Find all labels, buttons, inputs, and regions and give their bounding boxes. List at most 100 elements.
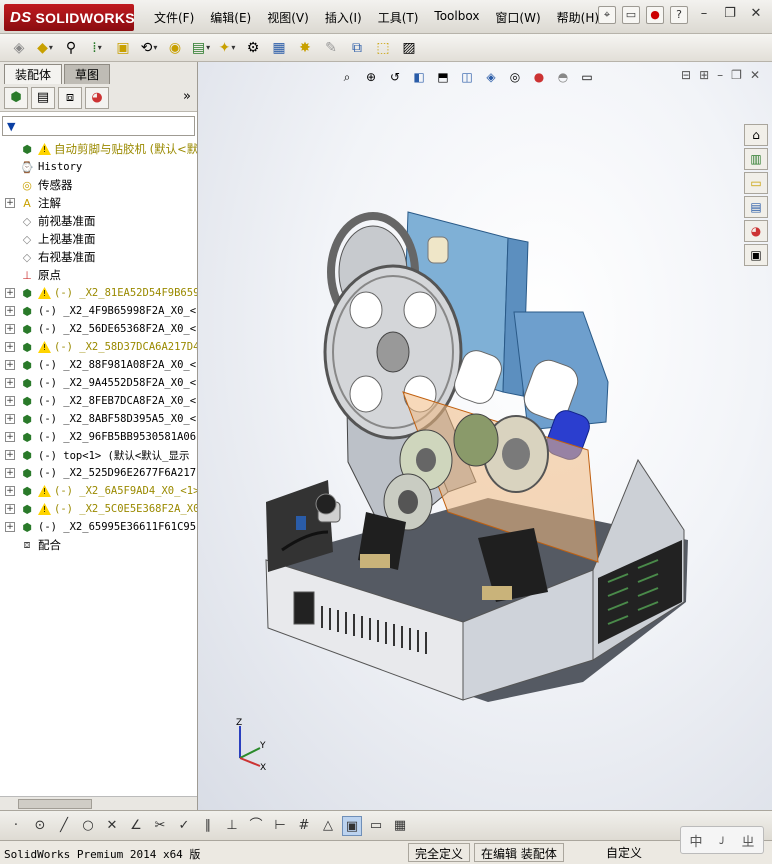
perpendicular-icon[interactable]: ⊥ xyxy=(222,816,242,836)
tree-row[interactable]: + ⬢ (-) _X2_96FB5BB9530581A06 xyxy=(0,428,197,446)
new-document-icon[interactable]: ▭ xyxy=(622,6,640,24)
view-palette-icon[interactable]: ▤ xyxy=(744,196,768,218)
tab-sketch[interactable]: 草图 xyxy=(64,64,111,84)
minimize-icon[interactable]: – xyxy=(694,6,714,24)
expand-icon[interactable]: + xyxy=(5,378,15,388)
assembly-features-icon[interactable]: ▤ xyxy=(190,38,212,58)
menu-insert[interactable]: 插入(I) xyxy=(317,9,370,26)
point-icon[interactable]: · xyxy=(6,816,26,836)
tree-row[interactable]: + ⬢! (-) _X2_6A5F9AD4_X0_<1> xyxy=(0,482,197,500)
pin-icon[interactable]: ⌖ xyxy=(598,6,616,24)
tree-row[interactable]: + ⬢ (-) _X2_8ABF58D395A5_X0_<1 xyxy=(0,410,197,428)
smart-fasteners-icon[interactable]: ▣ xyxy=(112,38,134,58)
ime-moon-icon[interactable]: ᴊ xyxy=(719,833,724,848)
solidworks-resources-icon[interactable]: ⌂ xyxy=(744,124,768,146)
ime-chinese[interactable]: 中 xyxy=(689,831,702,850)
expand-icon[interactable]: + xyxy=(5,504,15,514)
expand-icon[interactable]: + xyxy=(5,522,15,532)
tree-row[interactable]: + ⬢ (-) _X2_88F981A08F2A_X0_<1 xyxy=(0,356,197,374)
tree-row[interactable]: ◇ 前视基准面 xyxy=(0,212,197,230)
traffic-light-icon[interactable]: ● xyxy=(646,6,664,24)
configuration-manager-icon[interactable]: ⧈ xyxy=(58,86,82,109)
linear-pattern-icon[interactable]: ⁞ xyxy=(86,38,108,58)
expand-icon[interactable]: + xyxy=(5,360,15,370)
expand-icon[interactable]: + xyxy=(5,342,15,352)
dimension-icon[interactable]: ⊢ xyxy=(270,816,290,836)
tree-row[interactable]: + ⬢ (-) _X2_8FEB7DCA8F2A_X0_<1 xyxy=(0,392,197,410)
tab-assembly[interactable]: 装配体 xyxy=(4,64,63,84)
tree-filter[interactable]: ▼ xyxy=(2,116,195,136)
tree-row[interactable]: + ⬢ (-) _X2_4F9B65998F2A_X0_<1 xyxy=(0,302,197,320)
check-icon[interactable]: ✓ xyxy=(174,816,194,836)
menu-file[interactable]: 文件(F) xyxy=(146,9,202,26)
property-manager-icon[interactable]: ▤ xyxy=(31,86,55,109)
assembly-3d-model[interactable] xyxy=(198,62,772,810)
expand-icon[interactable]: + xyxy=(5,306,15,316)
menu-toolbox[interactable]: Toolbox xyxy=(426,9,487,26)
custom-properties-icon[interactable]: ▣ xyxy=(744,244,768,266)
grid-icon[interactable]: # xyxy=(294,816,314,836)
scrollbar-thumb[interactable] xyxy=(18,799,92,809)
menu-edit[interactable]: 编辑(E) xyxy=(202,9,259,26)
exploded-view-icon[interactable]: ✸ xyxy=(294,38,316,58)
help-icon[interactable]: ? xyxy=(670,6,688,24)
tree-row[interactable]: + ⬢! (-) _X2_5C0E5E368F2A_X0 xyxy=(0,500,197,518)
tree-row[interactable]: + ⬢ (-) _X2_65995E36611F61C95 xyxy=(0,518,197,536)
ime-mode[interactable]: ㄓ xyxy=(742,831,755,850)
expand-icon[interactable]: + xyxy=(5,324,15,334)
tree-row[interactable]: ⊥ 原点 xyxy=(0,266,197,284)
triangle-icon[interactable]: △ xyxy=(318,816,338,836)
insert-component-icon[interactable]: ◆ xyxy=(34,38,56,58)
expand-icon[interactable]: + xyxy=(5,414,15,424)
frame-icon[interactable]: ▭ xyxy=(366,816,386,836)
solidworks-logo[interactable]: DS SOLIDWORKS xyxy=(4,4,135,31)
mate-icon[interactable]: ⚲ xyxy=(60,38,82,58)
cross-icon[interactable]: ✕ xyxy=(102,816,122,836)
tree-row[interactable]: + ⬢ (-) _X2_56DE65368F2A_X0_<1 xyxy=(0,320,197,338)
display-manager-icon[interactable]: ◕ xyxy=(85,86,109,109)
tree-row[interactable]: ⬢!自动剪脚与贴胶机 (默认<默认_显示状态-1>) xyxy=(0,140,197,158)
menu-view[interactable]: 视图(V) xyxy=(259,9,317,26)
circle-icon[interactable]: ⊙ xyxy=(30,816,50,836)
feature-manager-tree-icon[interactable]: ⬢ xyxy=(4,86,28,109)
expand-icon[interactable]: + xyxy=(5,486,15,496)
explode-line-sketch-icon[interactable]: ✎ xyxy=(320,38,342,58)
edit-component-icon[interactable]: ◈ xyxy=(8,38,30,58)
parallel-icon[interactable]: ∥ xyxy=(198,816,218,836)
tree-row[interactable]: + A 注解 xyxy=(0,194,197,212)
tree-row[interactable]: + ⬢ (-) top<1> (默认<默认_显示 xyxy=(0,446,197,464)
move-component-icon[interactable]: ⟲ xyxy=(138,38,160,58)
restore-icon[interactable]: ❐ xyxy=(720,6,740,24)
trim-icon[interactable]: ✂ xyxy=(150,816,170,836)
show-hidden-icon[interactable]: ◉ xyxy=(164,38,186,58)
clearance-verification-icon[interactable]: ⬚ xyxy=(372,38,394,58)
line-icon[interactable]: ╱ xyxy=(54,816,74,836)
tree-row[interactable]: ⌚ History xyxy=(0,158,197,176)
bill-of-materials-icon[interactable]: ▦ xyxy=(268,38,290,58)
expand-icon[interactable]: + xyxy=(5,288,15,298)
tree-row[interactable]: + ⬢ (-) _X2_525D96E2677F6A217I xyxy=(0,464,197,482)
file-explorer-icon[interactable]: ▭ xyxy=(744,172,768,194)
reference-geometry-icon[interactable]: ✦ xyxy=(216,38,238,58)
shaded-cube-icon[interactable]: ▣ xyxy=(342,815,362,836)
expand-icon[interactable]: + xyxy=(5,198,15,208)
tree-horizontal-scrollbar[interactable] xyxy=(0,796,197,810)
angle-icon[interactable]: ∠ xyxy=(126,816,146,836)
status-units[interactable]: 自定义 xyxy=(600,843,648,862)
tangent-icon[interactable]: ⌒ xyxy=(246,816,266,836)
tree-row[interactable]: ◇ 上视基准面 xyxy=(0,230,197,248)
tree-row[interactable]: + ⬢! (-) _X2_58D37DCA6A217D4 xyxy=(0,338,197,356)
tree-row[interactable]: ⧈ 配合 xyxy=(0,536,197,554)
ime-toolbar[interactable]: 中 ᴊ ㄓ xyxy=(680,826,764,854)
expand-icon[interactable]: + xyxy=(5,396,15,406)
interference-detection-icon[interactable]: ⧉ xyxy=(346,38,368,58)
tree-row[interactable]: ◎ 传感器 xyxy=(0,176,197,194)
appearances-scenes-icon[interactable]: ◕ xyxy=(744,220,768,242)
table-icon[interactable]: ▦ xyxy=(390,816,410,836)
graphics-area[interactable]: ⌕ ⊕ ↺ ◧ ⬒ ◫ ◈ ◎ ● ◓ ▭ ⊟ ⊞ – ❐ ✕ ⌂ ▥ ▭ ▤ … xyxy=(198,62,772,810)
centerpoint-icon[interactable]: ○ xyxy=(78,816,98,836)
close-icon[interactable]: ✕ xyxy=(746,6,766,24)
menu-window[interactable]: 窗口(W) xyxy=(487,9,548,26)
expand-icon[interactable]: + xyxy=(5,432,15,442)
menu-tools[interactable]: 工具(T) xyxy=(370,9,427,26)
